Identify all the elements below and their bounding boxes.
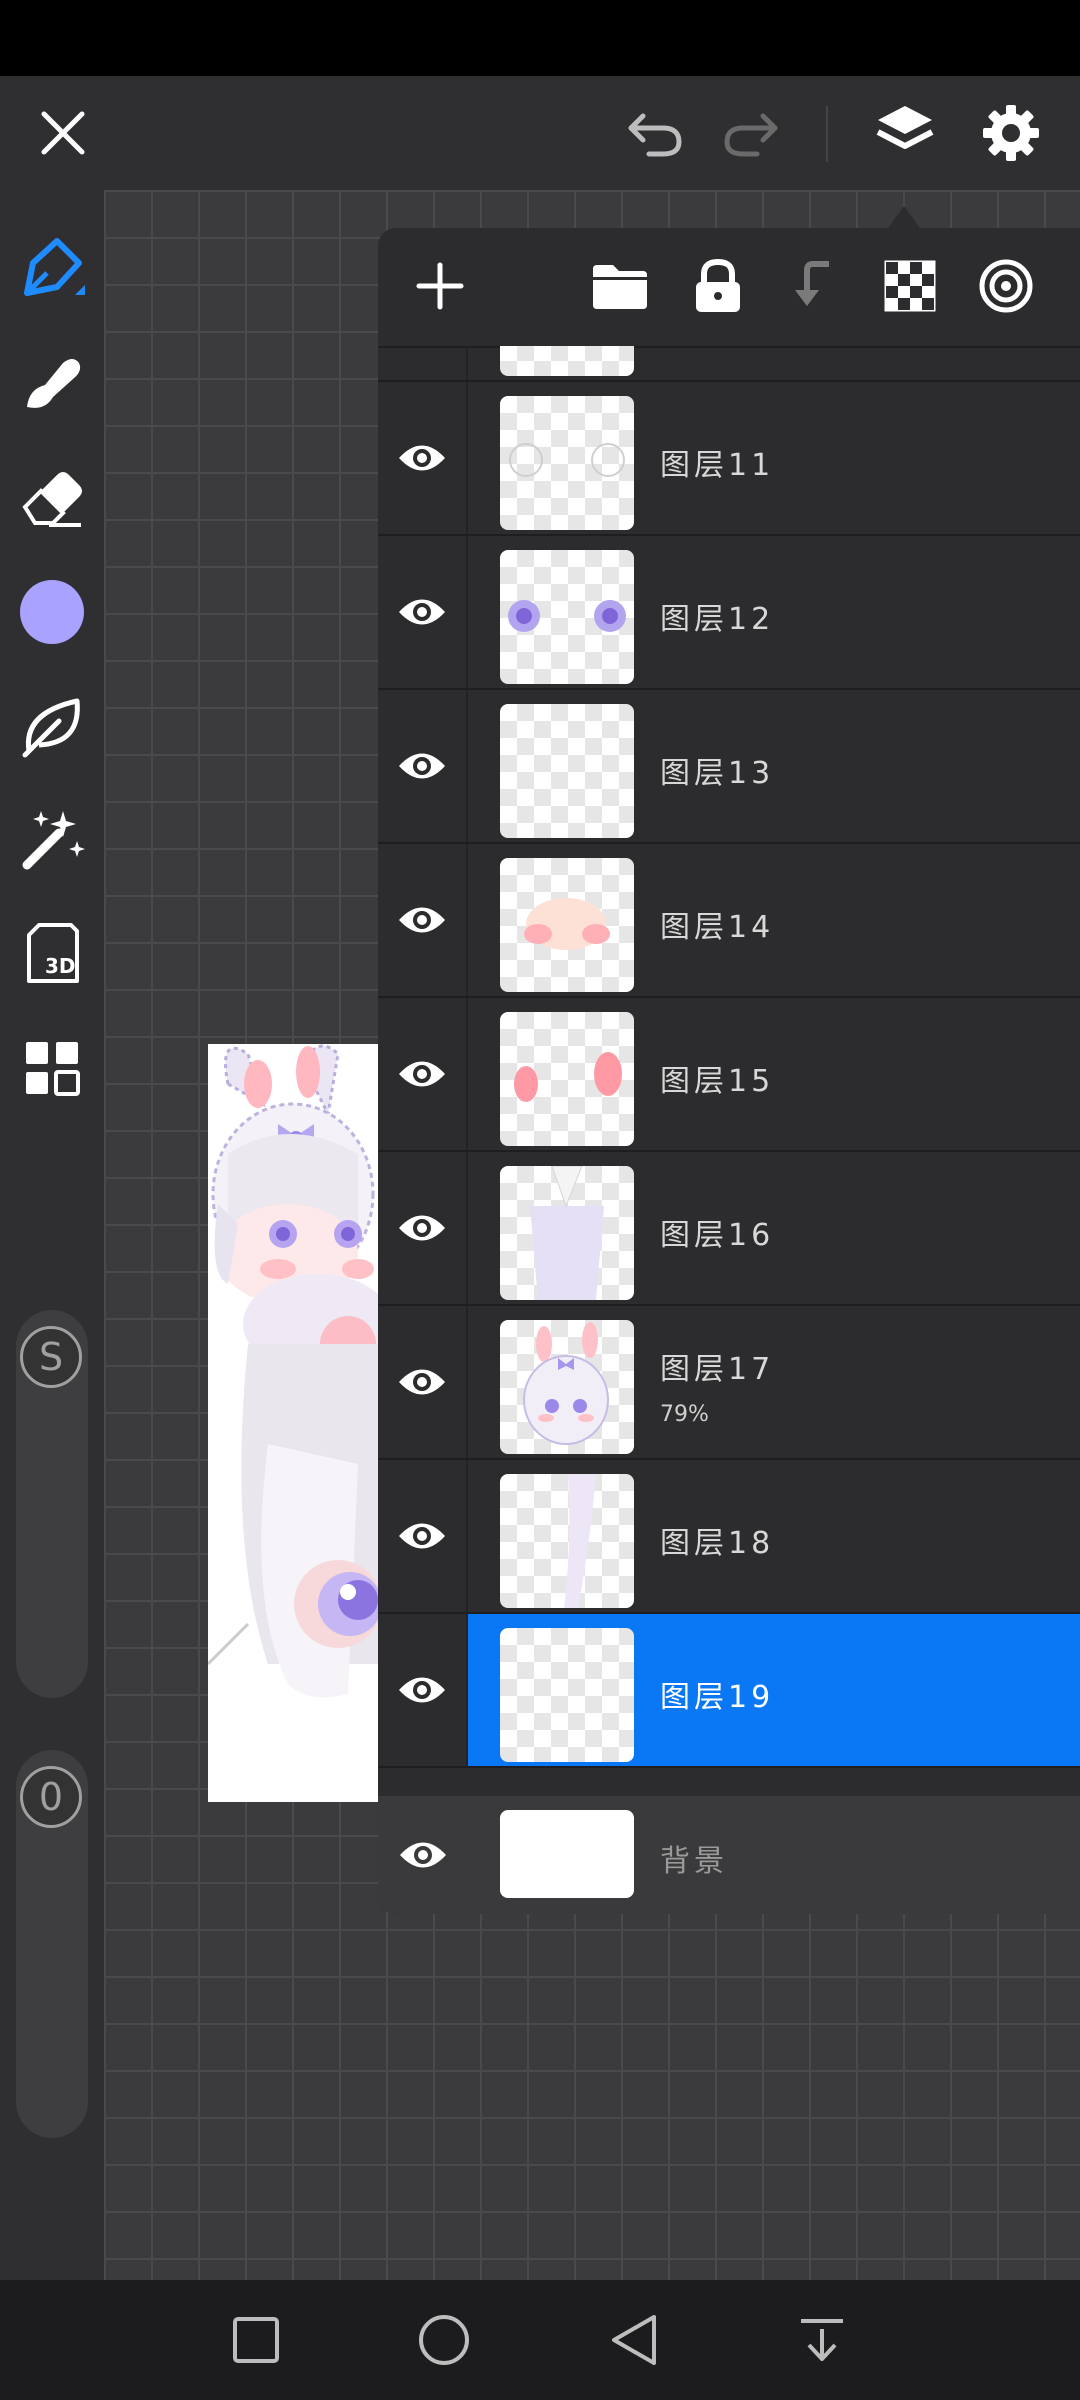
smudge-tool-icon[interactable] bbox=[12, 342, 92, 422]
brush-size-knob[interactable]: S bbox=[20, 1326, 82, 1388]
layer-thumbnail bbox=[500, 396, 634, 530]
visibility-eye-icon[interactable] bbox=[378, 382, 468, 534]
layer-thumbnail bbox=[500, 346, 634, 376]
layer-thumbnail bbox=[500, 1628, 634, 1762]
close-icon[interactable] bbox=[28, 98, 98, 168]
settings-icon[interactable] bbox=[972, 94, 1050, 172]
layer-name: 图层18 bbox=[660, 1526, 775, 1561]
current-color-circle bbox=[20, 580, 84, 644]
layers-icon[interactable] bbox=[866, 94, 944, 172]
panel-pointer bbox=[888, 206, 920, 228]
background-layer-row[interactable]: 背景 bbox=[378, 1796, 1080, 1914]
visibility-eye-icon[interactable] bbox=[378, 1614, 468, 1766]
layers-panel-header bbox=[378, 228, 1080, 348]
background-thumbnail bbox=[500, 1810, 634, 1898]
layer-thumbnail bbox=[500, 1474, 634, 1608]
redo-icon[interactable] bbox=[716, 98, 786, 168]
back-icon[interactable] bbox=[604, 2310, 664, 2370]
checker-icon[interactable] bbox=[872, 248, 948, 324]
top-toolbar bbox=[0, 76, 1080, 190]
visibility-eye-icon[interactable] bbox=[378, 1460, 468, 1612]
visibility-eye-icon[interactable] bbox=[378, 998, 468, 1150]
layer-name: 图层16 bbox=[660, 1218, 775, 1253]
layer-row-partial[interactable] bbox=[378, 346, 1080, 382]
layer-row[interactable]: 图层16 bbox=[378, 1152, 1080, 1306]
eraser-icon[interactable] bbox=[12, 456, 92, 536]
layer-thumbnail bbox=[500, 550, 634, 684]
visibility-eye-icon[interactable] bbox=[378, 690, 468, 842]
system-nav-bar bbox=[0, 2280, 1080, 2400]
visibility-eye-icon[interactable] bbox=[378, 1152, 468, 1304]
layer-thumbnail bbox=[500, 1012, 634, 1146]
layer-thumbnail bbox=[500, 704, 634, 838]
layer-row[interactable]: 图层17 79% bbox=[378, 1306, 1080, 1460]
visibility-eye-icon[interactable] bbox=[378, 536, 468, 688]
toolbar-divider bbox=[826, 106, 828, 162]
visibility-eye-icon[interactable] bbox=[378, 844, 468, 996]
magic-wand-icon[interactable] bbox=[12, 800, 92, 880]
layer-row[interactable]: 图层18 bbox=[378, 1460, 1080, 1614]
recents-icon[interactable] bbox=[226, 2310, 286, 2370]
merge-down-icon[interactable] bbox=[776, 248, 852, 324]
visibility-eye-icon[interactable] bbox=[378, 1306, 468, 1458]
home-icon[interactable] bbox=[414, 2310, 474, 2370]
pen-tool-icon[interactable] bbox=[12, 228, 92, 308]
layer-name: 图层13 bbox=[660, 756, 775, 791]
artwork-preview[interactable] bbox=[208, 1044, 378, 1802]
collapse-icon[interactable] bbox=[792, 2310, 852, 2370]
background-layer-name: 背景 bbox=[660, 1844, 728, 1879]
layer-row[interactable]: 图层12 bbox=[378, 536, 1080, 690]
layers-panel: 图层11 图层12 图层13 图层14 图层15 图层16 图层17 79% 图… bbox=[378, 228, 1080, 1914]
layer-name: 图层17 bbox=[660, 1352, 775, 1387]
layer-row[interactable]: 图层14 bbox=[378, 844, 1080, 998]
layer-row[interactable]: 图层11 bbox=[378, 382, 1080, 536]
3d-layer-icon[interactable]: 3D bbox=[12, 914, 92, 994]
add-layer-icon[interactable] bbox=[402, 248, 478, 324]
layers-list[interactable]: 图层11 图层12 图层13 图层14 图层15 图层16 图层17 79% 图… bbox=[378, 346, 1080, 1796]
layer-name: 图层19 bbox=[660, 1680, 775, 1715]
layer-thumbnail bbox=[500, 858, 634, 992]
brush-opacity-knob[interactable]: 0 bbox=[20, 1766, 82, 1828]
color-swatch[interactable] bbox=[12, 572, 92, 652]
folder-icon[interactable] bbox=[582, 248, 658, 324]
layer-name: 图层14 bbox=[660, 910, 775, 945]
undo-icon[interactable] bbox=[620, 98, 690, 168]
eye-cell bbox=[378, 346, 468, 380]
leaf-brush-icon[interactable] bbox=[12, 686, 92, 766]
layer-row[interactable]: 图层15 bbox=[378, 998, 1080, 1152]
layer-thumbnail bbox=[500, 1166, 634, 1300]
layer-row[interactable]: 图层13 bbox=[378, 690, 1080, 844]
layer-name: 图层15 bbox=[660, 1064, 775, 1099]
visibility-eye-icon[interactable] bbox=[378, 1796, 468, 1914]
character-illustration bbox=[208, 1044, 378, 1802]
layer-name: 图层12 bbox=[660, 602, 775, 637]
target-icon[interactable] bbox=[968, 248, 1044, 324]
layer-opacity: 79% bbox=[660, 1402, 709, 1427]
lock-icon[interactable] bbox=[680, 248, 756, 324]
grid-menu-icon[interactable] bbox=[12, 1028, 92, 1108]
layer-thumbnail bbox=[500, 1320, 634, 1454]
layer-row-selected[interactable]: 图层19 bbox=[378, 1614, 1080, 1768]
svg-text:3D: 3D bbox=[45, 954, 76, 978]
status-bar bbox=[0, 0, 1080, 76]
layer-name: 图层11 bbox=[660, 448, 775, 483]
